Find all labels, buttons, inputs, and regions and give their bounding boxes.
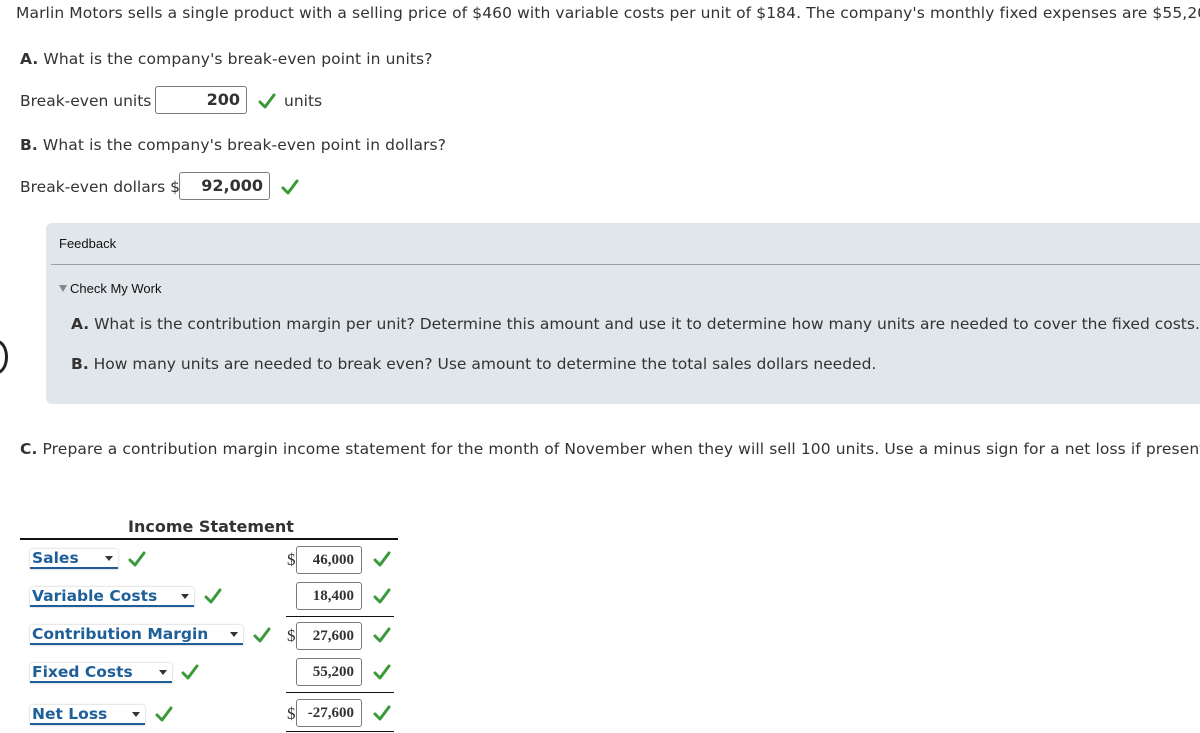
fixed-costs-dropdown-value: Fixed Costs [32, 663, 133, 681]
correct-check-icon [204, 587, 222, 605]
dollar-sign: $ [287, 626, 296, 645]
correct-check-icon [155, 705, 173, 723]
hint-a-letter: A. [71, 315, 90, 333]
feedback-divider [51, 264, 1200, 265]
problem-intro: Marlin Motors sells a single product wit… [16, 4, 1200, 22]
break-even-units-input[interactable]: 200 [155, 86, 247, 114]
hint-b-letter: B. [71, 355, 89, 373]
disclosure-triangle-icon [59, 285, 67, 292]
part-b-question-text: What is the company's break-even point i… [37, 136, 447, 154]
subtotal-rule [286, 692, 394, 693]
contribution-margin-amount-input[interactable]: 27,600 [296, 622, 362, 650]
part-a-question: A. What is the company's break-even poin… [20, 50, 433, 68]
dropdown-arrow-icon [132, 712, 140, 717]
part-c-question-text: Prepare a contribution margin income sta… [37, 440, 1200, 458]
sales-dropdown-value: Sales [32, 549, 79, 567]
dropdown-arrow-icon [181, 594, 189, 599]
contribution-margin-dropdown[interactable]: Contribution Margin [30, 625, 243, 645]
subtotal-rule [286, 616, 394, 617]
correct-check-icon [258, 92, 276, 110]
correct-check-icon [253, 626, 271, 644]
break-even-dollars-input[interactable]: 92,000 [179, 172, 270, 200]
dropdown-arrow-icon [230, 632, 238, 637]
correct-check-icon [373, 626, 391, 644]
dropdown-arrow-icon [105, 556, 113, 561]
variable-costs-dropdown-value: Variable Costs [32, 587, 158, 605]
part-b-letter: B. [20, 136, 38, 154]
title-underline [20, 538, 398, 540]
hint-a: A. What is the contribution margin per u… [71, 315, 1200, 333]
part-b-question: B. What is the company's break-even poin… [20, 136, 446, 154]
correct-check-icon [281, 178, 299, 196]
hint-a-text: What is the contribution margin per unit… [89, 315, 1200, 333]
correct-check-icon [373, 587, 391, 605]
sales-dropdown[interactable]: Sales [30, 549, 118, 569]
break-even-units-label: Break-even units [20, 92, 152, 110]
part-c-letter: C. [20, 440, 38, 458]
part-a-letter: A. [20, 50, 39, 68]
dropdown-arrow-icon [159, 670, 167, 675]
hint-b: B. How many units are needed to break ev… [71, 355, 876, 373]
correct-check-icon [128, 550, 146, 568]
net-loss-dropdown[interactable]: Net Loss [30, 705, 145, 725]
net-loss-amount-input[interactable]: -27,600 [296, 699, 362, 727]
fixed-costs-amount-input[interactable]: 55,200 [296, 658, 362, 686]
sales-amount-input[interactable]: 46,000 [296, 546, 362, 574]
correct-check-icon [373, 550, 391, 568]
dollar-sign: $ [287, 550, 296, 569]
part-a-question-text: What is the company's break-even point i… [38, 50, 433, 68]
contribution-margin-dropdown-value: Contribution Margin [32, 625, 209, 643]
check-my-work-label: Check My Work [70, 281, 162, 296]
hint-b-text: How many units are needed to break even?… [88, 355, 877, 373]
correct-check-icon [373, 704, 391, 722]
dollar-sign: $ [287, 704, 296, 723]
income-statement-title: Income Statement [128, 517, 294, 536]
total-rule [286, 731, 394, 732]
correct-check-icon [373, 663, 391, 681]
net-loss-dropdown-value: Net Loss [32, 705, 108, 723]
units-suffix-label: units [284, 92, 323, 110]
correct-check-icon [181, 663, 199, 681]
fixed-costs-dropdown[interactable]: Fixed Costs [30, 663, 172, 683]
feedback-panel: Feedback Check My Work A. What is the co… [46, 223, 1200, 404]
feedback-title: Feedback [59, 236, 117, 251]
part-c-question: C. Prepare a contribution margin income … [20, 440, 1200, 458]
partial-edge-glyph [0, 340, 8, 374]
break-even-dollars-label: Break-even dollars $ [20, 178, 180, 196]
variable-costs-dropdown[interactable]: Variable Costs [30, 587, 194, 607]
variable-costs-amount-input[interactable]: 18,400 [296, 582, 362, 610]
check-my-work-toggle[interactable]: Check My Work [59, 281, 162, 296]
